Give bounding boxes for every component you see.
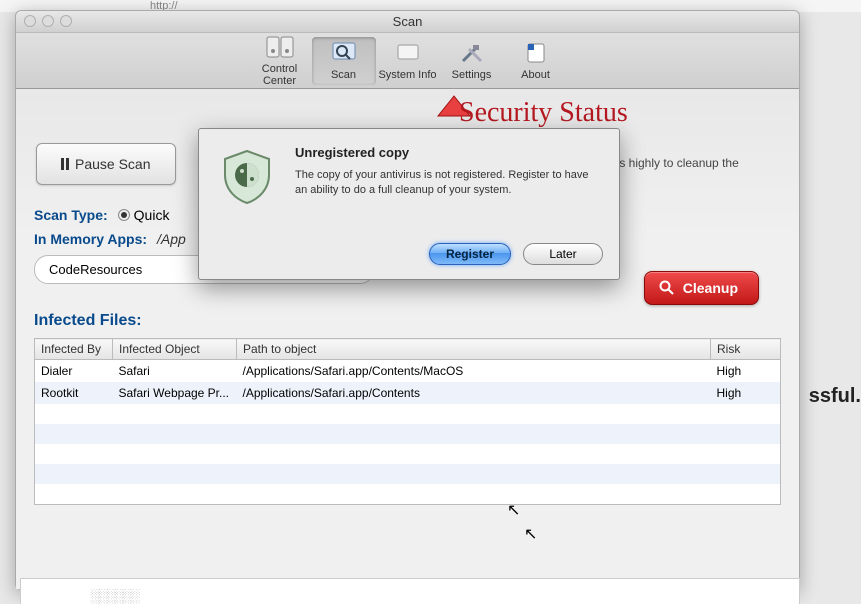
search-icon: [659, 280, 675, 296]
register-button[interactable]: Register: [429, 243, 511, 265]
scan-type-value: Quick: [134, 207, 170, 223]
dialog-text: The copy of your antivirus is not regist…: [295, 168, 603, 198]
toolbar-about[interactable]: About: [504, 37, 568, 85]
toolbar: Control Center Scan System Info Settings…: [16, 33, 799, 89]
table-row-empty: [35, 424, 781, 444]
toolbar-item-label: System Info: [378, 69, 438, 81]
infected-files-table: Infected By Infected Object Path to obje…: [34, 338, 781, 505]
titlebar: Scan: [16, 11, 799, 33]
scan-icon: [329, 41, 359, 65]
cell-path: /Applications/Safari.app/Contents: [237, 382, 711, 404]
window-title: Scan: [16, 11, 799, 33]
toolbar-item-label: Control Center: [250, 63, 310, 87]
col-path[interactable]: Path to object: [237, 339, 711, 360]
toolbar-scan[interactable]: Scan: [312, 37, 376, 85]
security-status-title: Security Status: [459, 97, 759, 129]
traffic-lights: [24, 15, 72, 27]
toolbar-item-label: About: [506, 69, 566, 81]
in-memory-apps-label: In Memory Apps:: [34, 231, 147, 247]
cell-obj: Safari: [113, 360, 237, 383]
toolbar-system-info[interactable]: System Info: [376, 37, 440, 85]
background-scribble: ░░░░░░: [90, 588, 138, 604]
cell-obj: Safari Webpage Pr...: [113, 382, 237, 404]
unregistered-dialog: Unregistered copy The copy of your antiv…: [198, 128, 620, 280]
system-info-icon: [393, 41, 423, 65]
cleanup-label: Cleanup: [683, 280, 738, 296]
table-row-empty: [35, 404, 781, 424]
in-memory-apps-value: /App: [157, 231, 186, 247]
settings-icon: [457, 41, 487, 65]
pause-scan-button[interactable]: Pause Scan: [36, 143, 176, 185]
cleanup-button[interactable]: Cleanup: [644, 271, 759, 305]
cell-by: Dialer: [35, 360, 113, 383]
scan-type-quick-radio[interactable]: Quick: [118, 207, 170, 223]
scan-type-label: Scan Type:: [34, 207, 108, 223]
infected-files-title: Infected Files:: [34, 312, 781, 330]
cell-path: /Applications/Safari.app/Contents/MacOS: [237, 360, 711, 383]
radio-selected-icon: [118, 209, 130, 221]
cell-by: Rootkit: [35, 382, 113, 404]
later-button[interactable]: Later: [523, 243, 603, 265]
toolbar-control-center[interactable]: Control Center: [248, 31, 312, 91]
shield-icon: [215, 145, 279, 209]
table-row-empty: [35, 444, 781, 464]
about-icon: [521, 41, 551, 65]
minimize-window-button[interactable]: [42, 15, 54, 27]
table-row-empty: [35, 484, 781, 504]
cell-risk: High: [711, 360, 781, 383]
zoom-window-button[interactable]: [60, 15, 72, 27]
pause-icon: [61, 158, 69, 170]
close-window-button[interactable]: [24, 15, 36, 27]
cell-risk: High: [711, 382, 781, 404]
table-row[interactable]: Dialer Safari /Applications/Safari.app/C…: [35, 360, 781, 383]
background-text-fragment: ssful.: [809, 385, 861, 408]
scan-window: Scan Control Center Scan System Info Set…: [15, 10, 800, 590]
col-risk[interactable]: Risk: [711, 339, 781, 360]
table-row[interactable]: Rootkit Safari Webpage Pr... /Applicatio…: [35, 382, 781, 404]
toolbar-item-label: Scan: [314, 69, 374, 81]
col-infected-object[interactable]: Infected Object: [113, 339, 237, 360]
toolbar-settings[interactable]: Settings: [440, 37, 504, 85]
toolbar-item-label: Settings: [442, 69, 502, 81]
pause-scan-label: Pause Scan: [75, 156, 151, 172]
table-row-empty: [35, 464, 781, 484]
dialog-title: Unregistered copy: [295, 145, 603, 160]
control-center-icon: [265, 35, 295, 59]
col-infected-by[interactable]: Infected By: [35, 339, 113, 360]
